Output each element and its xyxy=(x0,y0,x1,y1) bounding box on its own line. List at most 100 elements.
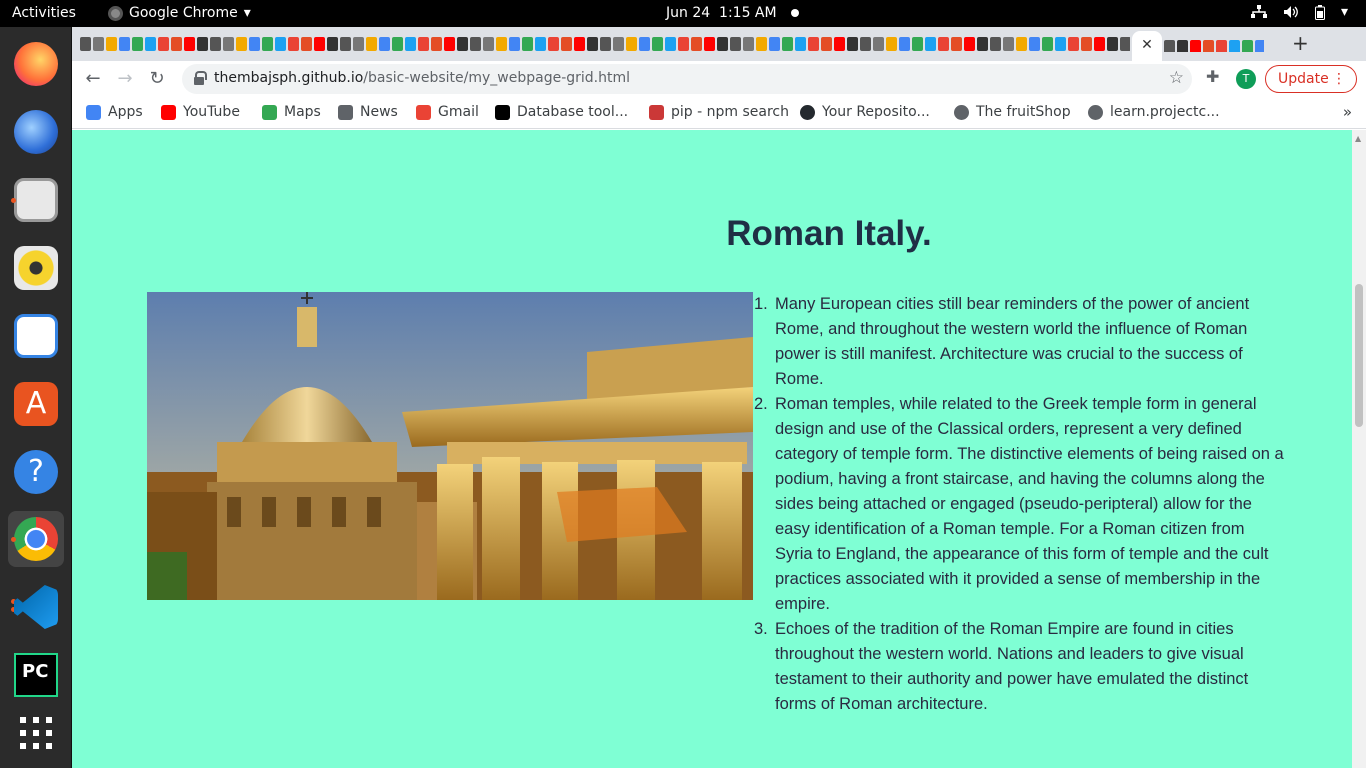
tab-favicon-icon[interactable] xyxy=(769,36,780,51)
tab-favicon-icon[interactable] xyxy=(613,36,624,51)
tab-favicon-icon[interactable] xyxy=(184,36,195,51)
tab-favicon-icon[interactable] xyxy=(509,36,520,51)
tab-favicon-icon[interactable] xyxy=(1029,36,1040,51)
more-tabs[interactable] xyxy=(1164,36,1264,52)
tab-favicon-icon[interactable] xyxy=(236,36,247,51)
tab-favicon-icon[interactable] xyxy=(132,36,143,51)
tab-favicon-icon[interactable] xyxy=(600,36,611,51)
tab-favicon-icon[interactable] xyxy=(626,36,637,51)
page-scrollbar[interactable]: ▲ xyxy=(1352,130,1366,768)
tab-favicon-icon[interactable] xyxy=(1120,36,1130,51)
dock-help[interactable]: ? xyxy=(8,444,64,500)
forward-button[interactable]: → xyxy=(114,68,136,90)
tab-favicon-icon[interactable] xyxy=(1255,39,1264,52)
tab-favicon-icon[interactable] xyxy=(1016,36,1027,51)
tab-favicon-icon[interactable] xyxy=(288,36,299,51)
tab-favicon-icon[interactable] xyxy=(1068,36,1079,51)
scroll-up-icon[interactable]: ▲ xyxy=(1355,134,1361,143)
tab-favicon-icon[interactable] xyxy=(665,36,676,51)
tab-favicon-icon[interactable] xyxy=(639,36,650,51)
tab-favicon-icon[interactable] xyxy=(340,36,351,51)
tab-favicon-icon[interactable] xyxy=(262,36,273,51)
tab-favicon-icon[interactable] xyxy=(106,36,117,51)
tab-favicon-icon[interactable] xyxy=(821,36,832,51)
tab-favicon-icon[interactable] xyxy=(574,36,585,51)
tab-favicon-icon[interactable] xyxy=(379,36,390,51)
tab-favicon-icon[interactable] xyxy=(691,36,702,51)
tab-favicon-icon[interactable] xyxy=(743,36,754,51)
dock-vscode[interactable] xyxy=(8,579,64,635)
tab-favicon-icon[interactable] xyxy=(964,36,975,51)
tab-favicon-icon[interactable] xyxy=(158,36,169,51)
bookmark-item[interactable]: News xyxy=(338,104,398,120)
tab-favicon-icon[interactable] xyxy=(1216,39,1227,52)
tab-favicon-icon[interactable] xyxy=(145,36,156,51)
new-tab-button[interactable]: + xyxy=(1292,31,1309,55)
tab-favicon-icon[interactable] xyxy=(80,36,91,51)
tab-favicon-icon[interactable] xyxy=(795,36,806,51)
tab-favicon-icon[interactable] xyxy=(1107,36,1118,51)
tab-favicon-icon[interactable] xyxy=(847,36,858,51)
tab-favicon-icon[interactable] xyxy=(327,36,338,51)
tab-favicon-icon[interactable] xyxy=(431,36,442,51)
tab-favicon-icon[interactable] xyxy=(1003,36,1014,51)
reload-button[interactable]: ↻ xyxy=(146,68,168,90)
tab-favicon-icon[interactable] xyxy=(834,36,845,51)
tab-favicon-icon[interactable] xyxy=(899,36,910,51)
url-text[interactable]: thembajsph.github.io/basic-website/my_we… xyxy=(214,70,630,86)
tab-favicon-icon[interactable] xyxy=(223,36,234,51)
tab-favicon-icon[interactable] xyxy=(990,36,1001,51)
tab-favicon-icon[interactable] xyxy=(548,36,559,51)
tab-favicon-icon[interactable] xyxy=(535,36,546,51)
tab-favicon-icon[interactable] xyxy=(925,36,936,51)
bookmark-item[interactable]: YouTube xyxy=(161,104,240,120)
profile-avatar[interactable]: T xyxy=(1236,69,1256,89)
tab-favicon-icon[interactable] xyxy=(1055,36,1066,51)
tab-favicon-icon[interactable] xyxy=(1094,36,1105,51)
tab-favicon-icon[interactable] xyxy=(457,36,468,51)
tab-favicon-icon[interactable] xyxy=(860,36,871,51)
bookmark-item[interactable]: Database tool... xyxy=(495,104,628,120)
tab-favicon-icon[interactable] xyxy=(730,36,741,51)
system-tray[interactable]: ▾ xyxy=(1250,4,1348,20)
tab-favicon-icon[interactable] xyxy=(483,36,494,51)
bookmark-item[interactable]: learn.projectc... xyxy=(1088,104,1220,120)
dock-writer[interactable] xyxy=(8,308,64,364)
show-applications-button[interactable] xyxy=(8,705,64,761)
tab-favicon-icon[interactable] xyxy=(197,36,208,51)
tab-favicon-icon[interactable] xyxy=(119,36,130,51)
tab-favicon-icon[interactable] xyxy=(1177,39,1188,52)
tab-favicon-icon[interactable] xyxy=(93,36,104,51)
dock-files[interactable] xyxy=(8,172,64,228)
tab-favicon-icon[interactable] xyxy=(171,36,182,51)
scrollbar-thumb[interactable] xyxy=(1355,284,1363,427)
tab-favicon-icon[interactable] xyxy=(353,36,364,51)
dock-chrome[interactable] xyxy=(8,511,64,567)
extensions-puzzle-icon[interactable]: ✚ xyxy=(1206,67,1219,86)
tab-favicon-icon[interactable] xyxy=(951,36,962,51)
bookmark-item[interactable]: Apps xyxy=(86,104,143,120)
tab-favicon-icon[interactable] xyxy=(249,36,260,51)
activities-button[interactable]: Activities xyxy=(12,5,76,21)
tab-favicon-icon[interactable] xyxy=(587,36,598,51)
tab-favicon-icon[interactable] xyxy=(704,36,715,51)
clock[interactable]: Jun 24 1:15 AM xyxy=(666,5,799,21)
tab-favicon-icon[interactable] xyxy=(405,36,416,51)
tab-favicon-icon[interactable] xyxy=(756,36,767,51)
app-menu[interactable]: Google Chrome ▾ xyxy=(108,5,251,21)
bookmark-item[interactable]: Maps xyxy=(262,104,321,120)
close-tab-icon[interactable]: ✕ xyxy=(1141,37,1153,53)
tab-favicon-icon[interactable] xyxy=(418,36,429,51)
lock-icon[interactable] xyxy=(194,71,207,85)
tab-favicon-icon[interactable] xyxy=(210,36,221,51)
tab-favicon-icon[interactable] xyxy=(444,36,455,51)
tab-favicon-icon[interactable] xyxy=(678,36,689,51)
tab-favicon-icon[interactable] xyxy=(1042,36,1053,51)
tab-favicon-icon[interactable] xyxy=(938,36,949,51)
tab-favicon-icon[interactable] xyxy=(1242,39,1253,52)
tab-favicon-icon[interactable] xyxy=(873,36,884,51)
tab-favicon-icon[interactable] xyxy=(1229,39,1240,52)
bookmarks-overflow-icon[interactable]: » xyxy=(1343,103,1352,121)
bookmark-item[interactable]: The fruitShop xyxy=(954,104,1071,120)
bookmark-item[interactable]: pip - npm search xyxy=(649,104,789,120)
